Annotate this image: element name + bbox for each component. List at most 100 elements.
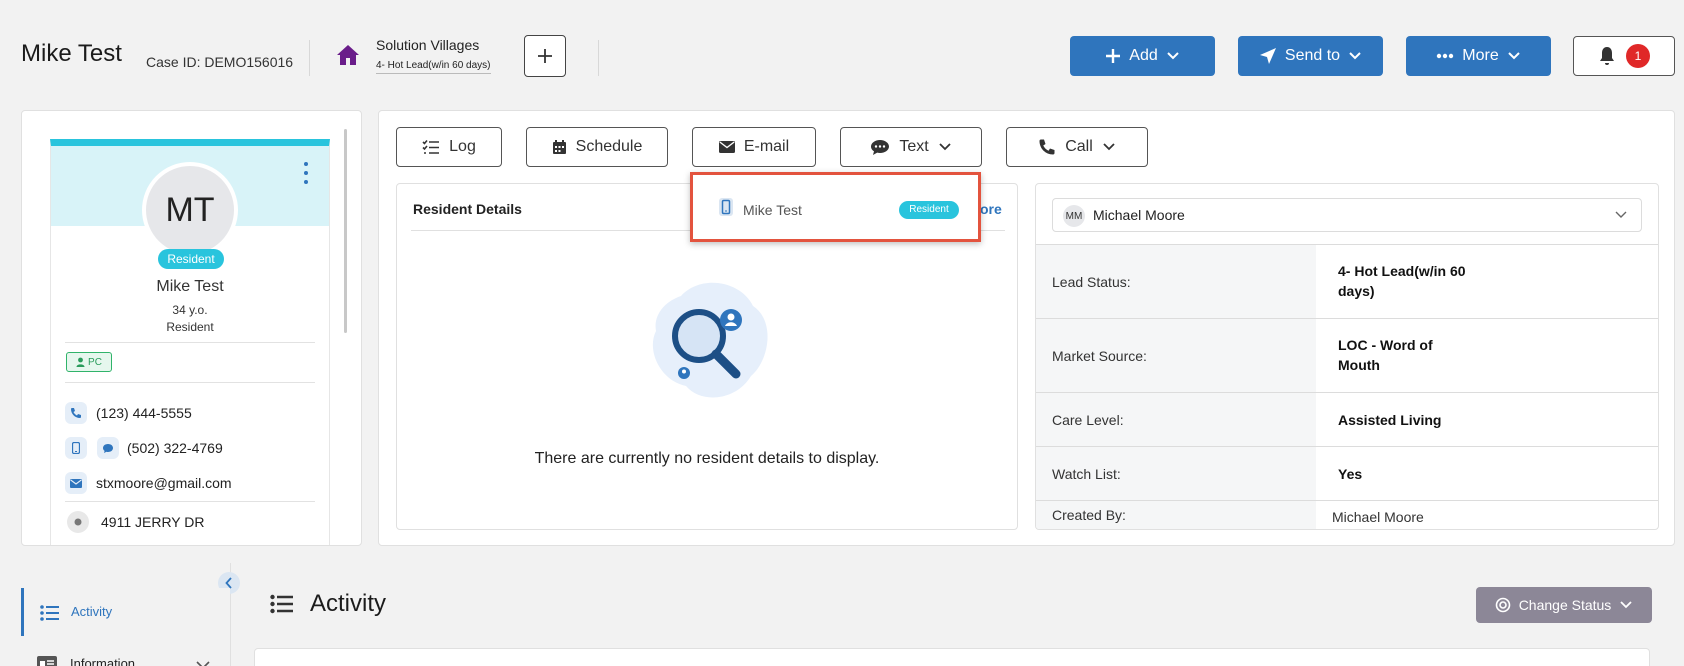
community-status: 4- Hot Lead(w/in 60 days) — [376, 60, 491, 74]
chat-bubble-icon — [871, 139, 890, 155]
divider — [65, 501, 315, 502]
page-header: Mike Test Case ID: DEMO156016 Solution V… — [0, 0, 1684, 106]
info-value: Assisted Living — [1338, 412, 1442, 428]
location-pin-icon — [67, 511, 89, 533]
log-button[interactable]: Log — [396, 127, 502, 167]
change-status-button[interactable]: Change Status — [1476, 587, 1652, 623]
community-name[interactable]: Solution Villages — [376, 37, 479, 53]
send-to-button[interactable]: Send to — [1238, 36, 1383, 76]
resident-details-title: Resident Details — [413, 201, 522, 217]
email-icon — [65, 472, 87, 494]
target-icon — [1495, 597, 1510, 613]
recipient-role-badge: Resident — [899, 201, 959, 219]
address[interactable]: 4911 JERRY DR — [101, 514, 205, 530]
mobile-number[interactable]: (502) 322-4769 — [127, 440, 223, 456]
phone-number[interactable]: (123) 444-5555 — [96, 405, 192, 421]
log-button-label: Log — [449, 138, 476, 155]
avatar: MT — [142, 162, 238, 258]
list-icon — [40, 605, 59, 621]
add-button[interactable]: Add — [1070, 36, 1215, 76]
add-community-button[interactable] — [524, 35, 566, 77]
header-divider — [598, 40, 599, 76]
header-divider — [309, 40, 310, 76]
ellipsis-icon — [1437, 53, 1454, 59]
info-row-market-source: Market Source: LOC - Word of Mouth — [1036, 318, 1658, 392]
info-label: Watch List: — [1036, 447, 1316, 500]
id-card-icon — [37, 656, 57, 666]
email-button[interactable]: E-mail — [692, 127, 816, 167]
info-value: 4- Hot Lead(w/in 60 days) — [1338, 263, 1466, 299]
profile-name: Mike Test — [156, 278, 224, 295]
chevron-down-icon — [196, 661, 210, 666]
schedule-button[interactable]: Schedule — [526, 127, 668, 167]
list-icon — [270, 594, 293, 614]
chevron-down-icon — [1349, 52, 1361, 60]
pc-tag-label: PC — [88, 356, 102, 368]
notifications-button[interactable]: 1 — [1573, 36, 1675, 76]
envelope-icon — [718, 141, 735, 153]
mobile-phone-icon — [65, 437, 87, 459]
plus-icon — [538, 49, 552, 63]
magnifier-illustration-icon — [652, 282, 768, 398]
info-label: Care Level: — [1036, 393, 1316, 446]
nav-item-activity[interactable]: Activity — [21, 588, 230, 636]
info-value: LOC - Word of Mouth — [1338, 337, 1433, 373]
profile-age: 34 y.o. — [172, 303, 208, 317]
resident-badge: Resident — [158, 249, 224, 269]
activity-section-title: Activity — [310, 590, 387, 617]
profile-card: MT Resident Mike Test 34 y.o. Resident P… — [50, 139, 330, 545]
divider — [65, 382, 315, 383]
activity-table — [254, 648, 1650, 666]
user-avatar: MM — [1063, 205, 1085, 227]
chevron-down-icon — [1508, 52, 1520, 60]
user-select[interactable]: MM Michael Moore — [1052, 198, 1642, 232]
info-label: Market Source: — [1036, 319, 1316, 392]
call-button-label: Call — [1065, 138, 1093, 155]
profile-scrollbar[interactable] — [344, 129, 347, 333]
kebab-menu-icon[interactable] — [303, 162, 309, 184]
info-value: Michael Moore — [1332, 509, 1424, 525]
change-status-label: Change Status — [1518, 597, 1612, 613]
profile-role: Resident — [166, 320, 214, 334]
nav-item-label: Information — [70, 656, 136, 666]
phone-icon — [65, 402, 87, 424]
sms-chat-icon[interactable] — [97, 437, 119, 459]
email-address[interactable]: stxmoore@gmail.com — [96, 475, 232, 491]
chevron-down-icon — [1615, 211, 1627, 218]
recipient-option[interactable]: Mike Test — [743, 202, 802, 218]
user-select-value: Michael Moore — [1093, 207, 1185, 223]
nav-item-label: Activity — [71, 604, 113, 619]
plus-icon — [1106, 49, 1121, 63]
call-button[interactable]: Call — [1006, 127, 1148, 167]
nav-item-information[interactable]: Information — [21, 652, 230, 666]
divider — [65, 342, 315, 343]
text-recipient-dropdown: Mike Test Resident — [690, 172, 981, 242]
chevron-down-icon — [1620, 601, 1632, 609]
pc-tag: PC — [66, 352, 112, 372]
profile-panel: MT Resident Mike Test 34 y.o. Resident P… — [21, 110, 362, 546]
checklist-icon — [422, 139, 440, 154]
phone-icon — [1039, 139, 1055, 155]
info-row-watch-list: Watch List: Yes — [1036, 446, 1658, 500]
home-icon — [337, 45, 359, 65]
more-button[interactable]: More — [1406, 36, 1551, 76]
email-button-label: E-mail — [743, 138, 790, 155]
calendar-icon — [552, 140, 566, 154]
empty-state-message: There are currently no resident details … — [534, 450, 880, 467]
schedule-button-label: Schedule — [575, 138, 643, 155]
more-button-label: More — [1462, 47, 1499, 64]
info-value: Yes — [1338, 466, 1363, 482]
chevron-down-icon — [1167, 52, 1179, 60]
info-label: Lead Status: — [1036, 245, 1316, 318]
text-button[interactable]: Text — [840, 127, 982, 167]
view-more-link[interactable]: ore — [980, 201, 1002, 217]
lead-info-panel: MM Michael Moore Lead Status: 4- Hot Lea… — [1035, 183, 1659, 530]
chevron-down-icon — [1103, 143, 1115, 151]
info-label: Created By: — [1036, 501, 1316, 529]
bell-icon — [1600, 47, 1614, 65]
mobile-phone-icon — [719, 198, 733, 216]
info-row-lead-status: Lead Status: 4- Hot Lead(w/in 60 days) — [1036, 244, 1658, 318]
info-row-care-level: Care Level: Assisted Living — [1036, 392, 1658, 446]
add-button-label: Add — [1129, 47, 1158, 64]
case-id: Case ID: DEMO156016 — [146, 54, 294, 70]
